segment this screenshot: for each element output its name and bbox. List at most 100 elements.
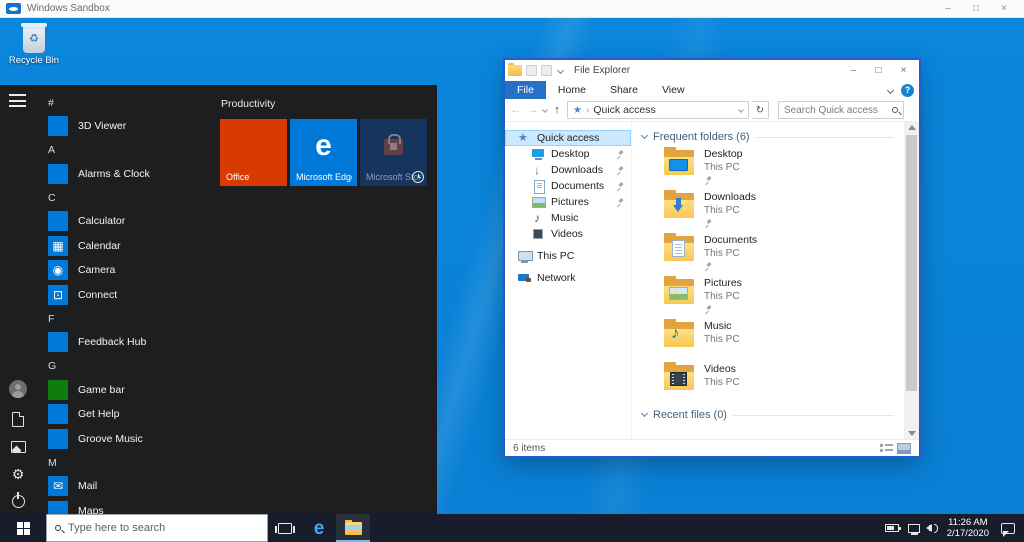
start-app-item[interactable]: Alarms & Clock (36, 162, 220, 187)
quick-toolbar-properties-icon[interactable] (526, 65, 537, 76)
address-dropdown-icon[interactable] (738, 107, 744, 113)
calendar-icon: ▦ (48, 235, 68, 256)
start-app-item[interactable]: ✉ Mail (36, 474, 220, 499)
desktop[interactable]: ♻ Recycle Bin File Explorer – □ × File Ho… (0, 18, 1024, 514)
battery-icon[interactable] (884, 524, 901, 532)
documents-rail-icon[interactable] (12, 412, 24, 427)
section-letter[interactable]: M (36, 451, 220, 474)
folder-item[interactable]: Videos This PC (642, 362, 900, 405)
address-box[interactable]: ★ › Quick access (567, 101, 749, 119)
forward-icon[interactable]: → (526, 104, 540, 116)
ribbon-collapse-icon[interactable] (886, 86, 895, 94)
task-view-button[interactable] (268, 514, 302, 542)
sidebar-item[interactable]: Desktop (505, 146, 631, 162)
user-account-icon[interactable] (9, 380, 27, 398)
section-letter[interactable]: C (36, 186, 220, 209)
sidebar-item-network[interactable]: Network (505, 270, 631, 286)
menu-icon[interactable] (9, 94, 26, 107)
sidebar-item[interactable]: Music (505, 210, 631, 226)
start-app-item[interactable]: 3D Viewer (36, 114, 220, 139)
sidebar-item-this-pc[interactable]: This PC (505, 248, 631, 264)
sandbox-maximize-button[interactable]: □ (962, 0, 990, 18)
recent-files-header[interactable]: Recent files (0) (640, 405, 900, 425)
section-letter[interactable]: F (36, 307, 220, 330)
edge-tile[interactable]: e Microsoft Edge (290, 119, 357, 186)
sidebar-item[interactable]: Documents (505, 178, 631, 194)
frequent-folders-header[interactable]: Frequent folders (6) (640, 127, 900, 147)
start-app-item[interactable]: Groove Music (36, 427, 220, 452)
start-app-item[interactable]: ▦ Calendar (36, 234, 220, 259)
quick-toolbar-customize-icon[interactable] (556, 66, 565, 75)
app-label: Camera (78, 264, 116, 277)
sidebar-item[interactable]: Videos (505, 226, 631, 242)
scrollbar-thumb[interactable] (906, 135, 917, 391)
folder-name: Desktop (704, 148, 743, 160)
taskbar-search-box[interactable] (46, 514, 268, 542)
pictures-rail-icon[interactable] (10, 441, 26, 453)
app-label: Calculator (78, 215, 126, 228)
power-icon[interactable] (11, 492, 25, 508)
up-icon[interactable]: ↑ (550, 104, 564, 116)
back-icon[interactable]: ← (509, 104, 523, 116)
scrollbar[interactable] (904, 122, 919, 439)
taskbar-search-input[interactable] (68, 522, 259, 534)
ribbon-tab[interactable]: Share (598, 81, 650, 99)
sidebar-item[interactable]: Pictures (505, 194, 631, 210)
large-icons-view-icon[interactable] (897, 442, 911, 454)
breadcrumb[interactable]: Quick access (593, 104, 655, 116)
folder-item[interactable]: Documents This PC (642, 233, 900, 276)
folder-item[interactable]: Music This PC (642, 319, 900, 362)
section-letter[interactable]: G (36, 355, 220, 378)
store-tile[interactable]: Microsoft Store (360, 119, 427, 186)
start-app-list: # 3D Viewer A Alarms & Clock C Calculato… (36, 91, 220, 514)
sandbox-close-button[interactable]: × (990, 0, 1018, 18)
clock[interactable]: 11:26 AM 2/17/2020 (947, 517, 989, 539)
ribbon-tab[interactable]: View (650, 81, 697, 99)
start-app-item[interactable]: ⊡ Connect (36, 283, 220, 308)
explorer-close-button[interactable]: × (891, 60, 916, 81)
folder-item[interactable]: Pictures This PC (642, 276, 900, 319)
edge-taskbar-button[interactable]: e (302, 514, 336, 542)
folder-name: Pictures (704, 277, 742, 289)
folder-location: This PC (704, 334, 740, 345)
volume-icon[interactable] (925, 523, 938, 533)
sandbox-minimize-button[interactable]: – (934, 0, 962, 18)
start-app-item[interactable]: Game bar (36, 378, 220, 403)
tile-label: Office (226, 172, 250, 182)
start-app-item[interactable]: Get Help (36, 402, 220, 427)
office-tile[interactable]: Office (220, 119, 287, 186)
recycle-bin[interactable]: ♻ Recycle Bin (8, 23, 60, 66)
folder-item[interactable]: Desktop This PC (642, 147, 900, 190)
start-app-item[interactable]: ◉ Camera (36, 258, 220, 283)
details-view-icon[interactable] (880, 443, 893, 454)
folder-icon (664, 319, 694, 347)
explorer-search-box[interactable] (778, 101, 904, 119)
help-icon[interactable]: ? (901, 83, 914, 97)
scroll-down-icon[interactable] (907, 431, 916, 436)
explorer-minimize-button[interactable]: – (841, 60, 866, 81)
explorer-titlebar[interactable]: File Explorer – □ × (505, 60, 919, 81)
explorer-maximize-button[interactable]: □ (866, 60, 891, 81)
recent-locations-icon[interactable] (542, 107, 548, 113)
folder-location: This PC (704, 248, 740, 259)
folder-item[interactable]: Downloads This PC (642, 190, 900, 233)
section-letter[interactable]: # (36, 91, 220, 114)
ribbon-tab[interactable]: Home (546, 81, 598, 99)
start-app-item[interactable]: Feedback Hub (36, 330, 220, 355)
refresh-icon[interactable]: ↻ (752, 101, 769, 119)
taskbar: e 11:26 AM 2/17/2020 (0, 514, 1024, 542)
sidebar-item[interactable]: Downloads (505, 162, 631, 178)
scroll-up-icon[interactable] (907, 125, 916, 130)
sidebar-item-quick-access[interactable]: Quick access (505, 130, 631, 146)
section-letter[interactable]: A (36, 139, 220, 162)
start-app-item[interactable]: Maps (36, 499, 220, 514)
ribbon-tab[interactable]: File (505, 81, 546, 99)
settings-gear-icon[interactable]: ⚙ (12, 467, 25, 481)
action-center-icon[interactable] (1001, 522, 1015, 537)
start-button[interactable] (0, 514, 46, 542)
file-explorer-taskbar-button[interactable] (336, 514, 370, 542)
quick-toolbar-newfolder-icon[interactable] (541, 65, 552, 76)
start-app-item[interactable]: Calculator (36, 209, 220, 234)
explorer-search-input[interactable] (784, 104, 892, 116)
network-tray-icon[interactable] (907, 523, 920, 535)
